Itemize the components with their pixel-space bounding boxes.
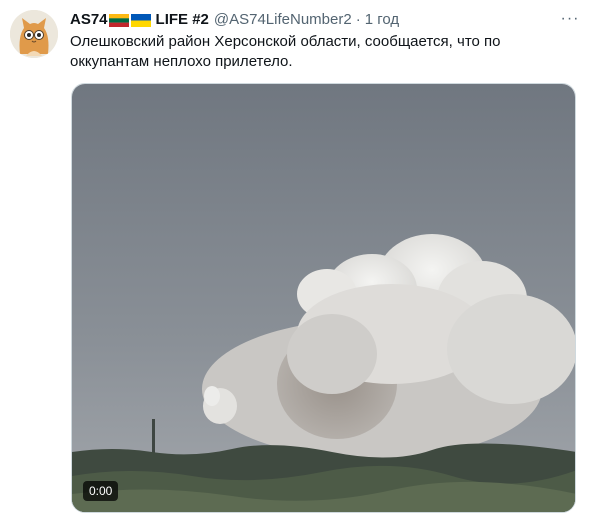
video-frame [72, 84, 575, 512]
lithuania-flag-icon [108, 13, 129, 27]
cat-avatar-icon [10, 10, 58, 58]
author-name[interactable]: AS74 [70, 10, 108, 30]
video-timestamp: 0:00 [83, 481, 119, 501]
ukraine-flag-icon [130, 13, 151, 27]
tweet-time[interactable]: 1 год [365, 10, 399, 30]
more-options-icon[interactable]: ··· [559, 9, 581, 29]
avatar[interactable] [10, 10, 58, 58]
tweet-header: AS74 LIFE #2 @AS74LifeNumber2 · 1 год [70, 10, 399, 30]
tweet-text: Олешковский район Херсонской области, со… [70, 33, 501, 70]
author-name-suffix[interactable]: LIFE #2 [156, 10, 209, 30]
tweet-card[interactable]: AS74 LIFE #2 @AS74LifeNumber2 · 1 год ··… [0, 0, 593, 516]
tweet-video[interactable] [71, 83, 576, 513]
header-separator: · [355, 11, 361, 28]
author-handle[interactable]: @AS74LifeNumber2 [214, 10, 352, 30]
